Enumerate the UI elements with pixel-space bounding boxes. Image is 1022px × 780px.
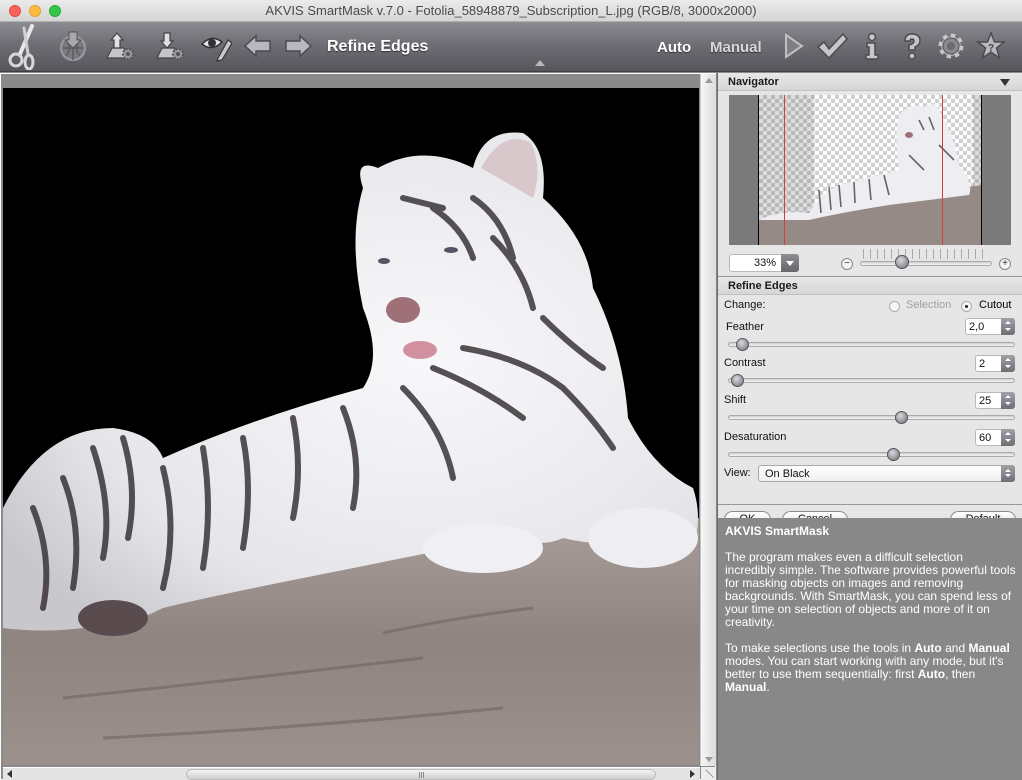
zoom-slider-ticks: [863, 249, 988, 259]
main-toolbar: Refine Edges Auto Manual ?: [0, 22, 1022, 72]
help-bold-manual: Manual: [968, 641, 1010, 655]
title-bar: AKVIS SmartMask v.7.0 - Fotolia_58948879…: [0, 0, 1022, 22]
tiger-image: [3, 88, 699, 765]
help-bold-auto: Auto: [917, 667, 946, 681]
view-select[interactable]: On Black: [758, 465, 1015, 482]
feather-label: Feather: [726, 321, 764, 333]
zoom-slider-knob[interactable]: [895, 255, 910, 269]
info-icon[interactable]: [854, 28, 890, 64]
shift-input[interactable]: 25: [975, 392, 1015, 409]
help-text: .: [766, 680, 770, 694]
help-paragraph-1: The program makes even a difficult selec…: [725, 550, 1016, 629]
image-canvas[interactable]: [3, 88, 699, 765]
help-text: To make selections use the tools in: [725, 641, 915, 655]
refine-edges-panel: Change: Selection Cutout Feather 2,0 Con…: [718, 295, 1022, 505]
horizontal-scroll-thumb[interactable]: [186, 769, 656, 780]
feather-input[interactable]: 2,0: [965, 318, 1015, 335]
settings-gear-icon[interactable]: [933, 28, 969, 64]
navigator-preview[interactable]: [729, 95, 1011, 245]
help-text: , then: [945, 667, 976, 681]
vertical-scrollbar[interactable]: [700, 74, 716, 766]
resize-corner[interactable]: [701, 767, 716, 780]
desaturation-slider-knob[interactable]: [886, 448, 900, 461]
feather-slider-knob[interactable]: [736, 338, 750, 351]
shift-stepper[interactable]: [1001, 392, 1015, 409]
cutout-radio[interactable]: [961, 301, 972, 312]
selection-radio[interactable]: [889, 301, 900, 312]
feather-slider[interactable]: [728, 342, 1015, 347]
view-select-arrows-icon: [1001, 465, 1015, 482]
load-selection-icon[interactable]: [102, 28, 138, 64]
zoom-dropdown-button[interactable]: [781, 254, 799, 272]
scroll-up-arrow-icon[interactable]: [705, 78, 713, 83]
desaturation-label: Desaturation: [724, 431, 787, 443]
scroll-left-arrow-icon[interactable]: [7, 770, 12, 778]
help-title: AKVIS SmartMask: [725, 524, 830, 538]
save-selection-icon[interactable]: [152, 28, 188, 64]
play-icon[interactable]: [775, 28, 811, 64]
desaturation-value: 60: [979, 432, 992, 444]
manual-mode-tab[interactable]: Manual: [710, 39, 762, 56]
contrast-value: 2: [979, 358, 986, 370]
zoom-in-button[interactable]: +: [999, 258, 1011, 270]
help-text: and: [941, 641, 969, 655]
help-panel: AKVIS SmartMask The program makes even a…: [718, 518, 1022, 780]
desaturation-slider[interactable]: [728, 452, 1015, 457]
shift-label: Shift: [724, 394, 747, 406]
image-canvas-area: [0, 73, 716, 780]
view-mask-icon[interactable]: [198, 28, 234, 64]
zoom-slider[interactable]: [860, 261, 992, 266]
scroll-down-arrow-icon[interactable]: [705, 757, 713, 762]
shift-value: 25: [979, 395, 992, 407]
refine-edges-title: Refine Edges: [728, 280, 798, 292]
help-paragraph-2: To make selections use the tools in Auto…: [725, 642, 1016, 694]
contrast-slider[interactable]: [728, 378, 1015, 383]
undo-icon[interactable]: [240, 28, 276, 64]
refine-edges-header: Refine Edges: [718, 277, 1022, 295]
help-bold-manual: Manual: [725, 680, 767, 694]
scroll-right-arrow-icon[interactable]: [690, 770, 695, 778]
shift-slider-knob[interactable]: [895, 411, 909, 424]
app-window: AKVIS SmartMask v.7.0 - Fotolia_58948879…: [0, 0, 1022, 780]
right-panel: Navigator 33% − + Refine Edges Change: S…: [717, 73, 1022, 780]
change-label: Change:: [724, 299, 766, 311]
shift-slider[interactable]: [728, 415, 1015, 420]
collapse-toolbar-arrow-icon[interactable]: [535, 60, 545, 66]
scissors-logo-icon: [4, 24, 44, 70]
contrast-slider-knob[interactable]: [730, 374, 744, 387]
desaturation-stepper[interactable]: [1001, 429, 1015, 446]
navigator-header[interactable]: Navigator: [718, 73, 1022, 91]
apply-checkmark-icon[interactable]: [814, 28, 850, 64]
open-image-icon[interactable]: [55, 28, 91, 64]
svg-text:?: ?: [988, 43, 994, 54]
navigator-view-rectangle[interactable]: [784, 95, 943, 245]
auto-mode-tab[interactable]: Auto: [657, 39, 691, 56]
toolbar-title: Refine Edges: [327, 38, 429, 55]
view-label: View:: [724, 467, 751, 479]
contrast-stepper[interactable]: [1001, 355, 1015, 372]
navigator-title: Navigator: [728, 76, 779, 88]
horizontal-scrollbar[interactable]: [3, 767, 700, 780]
feather-stepper[interactable]: [1001, 318, 1015, 335]
scroll-grip-icon: [419, 772, 424, 778]
desaturation-input[interactable]: 60: [975, 429, 1015, 446]
tips-star-icon[interactable]: ?: [973, 28, 1009, 64]
selection-radio-label: Selection: [906, 299, 952, 311]
contrast-input[interactable]: 2: [975, 355, 1015, 372]
cutout-radio-label: Cutout: [979, 299, 1012, 311]
navigator-panel: 33% − +: [718, 91, 1022, 277]
zoom-out-button[interactable]: −: [841, 258, 853, 270]
redo-icon[interactable]: [280, 28, 316, 64]
feather-value: 2,0: [969, 321, 985, 333]
help-icon[interactable]: [894, 28, 930, 64]
help-bold-auto: Auto: [914, 641, 942, 655]
contrast-label: Contrast: [724, 357, 766, 369]
window-title: AKVIS SmartMask v.7.0 - Fotolia_58948879…: [265, 3, 757, 18]
collapse-navigator-icon[interactable]: [1000, 79, 1010, 86]
view-select-value: On Black: [765, 468, 810, 480]
